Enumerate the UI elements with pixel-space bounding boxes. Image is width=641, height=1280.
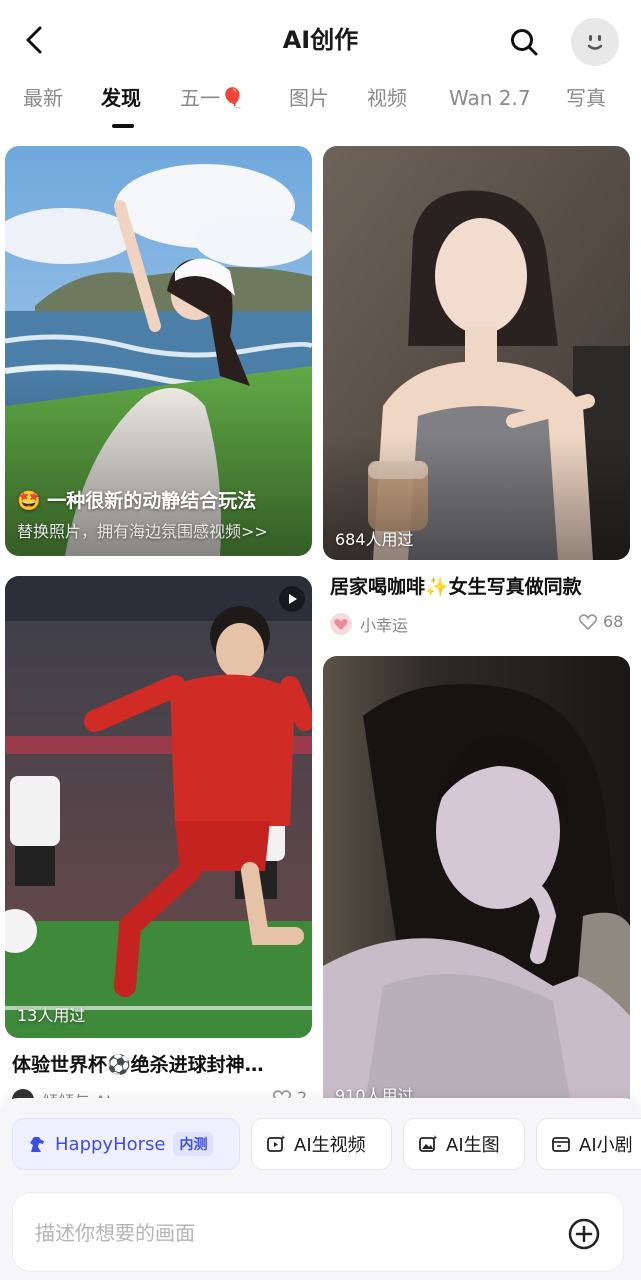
user-avatar[interactable] <box>571 18 619 66</box>
image-spark-icon <box>418 1134 438 1154</box>
prompt-input[interactable] <box>35 1215 535 1251</box>
beta-badge: 内测 <box>173 1132 214 1156</box>
card-coffee-image[interactable]: 684人用过 <box>323 146 630 560</box>
tab-wan[interactable]: Wan 2.7 <box>449 80 531 116</box>
video-badge <box>279 586 305 612</box>
card-beach-image[interactable]: 🤩 一种很新的动静结合玩法 替换照片，拥有海边氛围感视频>> <box>5 146 312 556</box>
heart-avatar-icon <box>334 619 348 630</box>
happyhorse-button[interactable]: HappyHorse 内测 <box>12 1118 240 1170</box>
card-title[interactable]: 体验世界杯⚽绝杀进球封神… <box>12 1050 308 1077</box>
card-night-portrait-image[interactable]: 910人用过 <box>323 656 630 1100</box>
tab-discover[interactable]: 发现 <box>101 80 141 116</box>
video-spark-icon <box>266 1134 286 1154</box>
category-tabs: 最新 发现 五一🎈 图片 视频 Wan 2.7 写真 <box>0 80 641 130</box>
horse-icon <box>27 1134 47 1154</box>
ai-drama-button[interactable]: AI小剧 <box>536 1118 641 1170</box>
ai-drama-label: AI小剧 <box>579 1135 633 1156</box>
heart-icon <box>578 613 598 630</box>
usage-count: 13人用过 <box>17 1006 86 1025</box>
author-name: 小幸运 <box>360 616 409 635</box>
coffee-portrait-image <box>323 146 630 560</box>
tab-videos[interactable]: 视频 <box>367 80 407 116</box>
bottom-panel: HappyHorse 内测 AI生视频 AI生图 AI小剧 描述你想要的画面 <box>0 1098 641 1280</box>
search-button[interactable] <box>506 24 542 60</box>
football-scene-image <box>5 576 312 1038</box>
ai-image-button[interactable]: AI生图 <box>403 1118 525 1170</box>
play-icon <box>289 594 297 604</box>
tab-may-day[interactable]: 五一🎈 <box>180 80 245 116</box>
plus-circle-icon <box>568 1218 600 1250</box>
like-button[interactable]: 68 <box>578 612 623 631</box>
tab-latest[interactable]: 最新 <box>23 80 63 116</box>
page-title: AI创作 <box>282 26 359 54</box>
card-overlay-title: 🤩 一种很新的动静结合玩法 <box>17 490 257 512</box>
ai-image-label: AI生图 <box>446 1135 500 1156</box>
card-author[interactable]: 小幸运 <box>330 612 408 636</box>
card-title[interactable]: 居家喝咖啡✨女生写真做同款 <box>330 572 630 599</box>
card-overlay-subtitle: 替换照片，拥有海边氛围感视频>> <box>17 522 268 541</box>
tab-portrait[interactable]: 写真 <box>566 80 606 116</box>
happyhorse-label: HappyHorse <box>55 1133 166 1155</box>
add-button[interactable] <box>567 1217 601 1251</box>
header: AI创作 <box>0 0 641 80</box>
prompt-input-box[interactable] <box>12 1192 624 1272</box>
ai-video-label: AI生视频 <box>294 1135 366 1156</box>
content-feed[interactable]: 🤩 一种很新的动静结合玩法 替换照片，拥有海边氛围感视频>> 684人用过 居家… <box>0 130 641 1100</box>
active-tab-indicator <box>112 124 134 128</box>
tab-images[interactable]: 图片 <box>289 80 329 116</box>
author-avatar <box>330 613 352 635</box>
night-portrait-image <box>323 656 630 1100</box>
like-count: 68 <box>603 612 624 631</box>
card-football-image[interactable]: 13人用过 <box>5 576 312 1038</box>
ai-video-button[interactable]: AI生视频 <box>251 1118 392 1170</box>
clapperboard-icon <box>551 1134 571 1154</box>
usage-count: 684人用过 <box>335 530 414 549</box>
search-icon <box>511 29 538 56</box>
smile-face-icon <box>587 35 603 50</box>
